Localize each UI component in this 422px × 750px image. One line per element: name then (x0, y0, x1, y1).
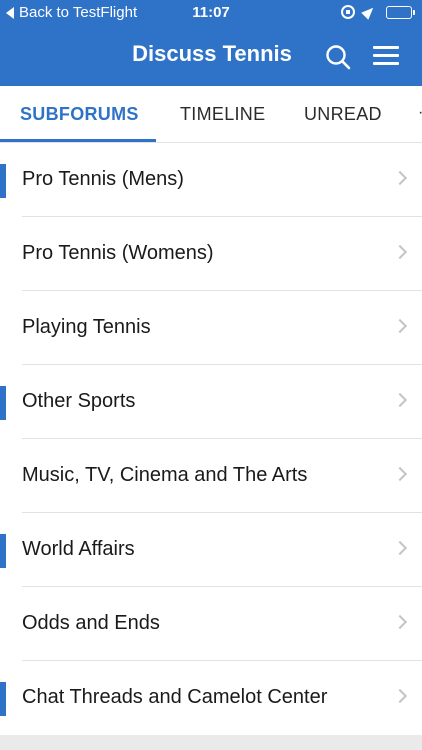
subforum-row-world-affairs[interactable]: World Affairs (0, 513, 422, 587)
app-header: Back to TestFlight 11:07 Discuss Tennis (0, 0, 422, 86)
tab-overflow-hint[interactable]: · (418, 104, 422, 124)
subforum-row-playing-tennis[interactable]: Playing Tennis (0, 291, 422, 365)
subforum-label: World Affairs (22, 538, 135, 560)
status-bar: Back to TestFlight 11:07 (0, 0, 422, 28)
chevron-right-icon (392, 244, 408, 260)
chevron-right-icon (392, 170, 408, 186)
menu-line (373, 46, 399, 49)
unread-marker (0, 164, 6, 198)
orientation-lock-icon (341, 5, 355, 19)
subforum-list: Pro Tennis (Mens) Pro Tennis (Womens) Pl… (0, 143, 422, 735)
chevron-right-icon (392, 392, 408, 408)
chevron-right-icon (392, 540, 408, 556)
subforum-row-chat-threads-camelot[interactable]: Chat Threads and Camelot Center (0, 661, 422, 735)
tab-bar: SUBFORUMS TIMELINE UNREAD · (0, 86, 422, 143)
chevron-right-icon (392, 466, 408, 482)
battery-icon (386, 5, 415, 19)
subforum-label: Playing Tennis (22, 316, 151, 338)
unread-marker (0, 682, 6, 716)
active-tab-indicator (0, 139, 156, 142)
subforum-label: Chat Threads and Camelot Center (22, 686, 328, 708)
subforum-row-pro-tennis-womens[interactable]: Pro Tennis (Womens) (0, 217, 422, 291)
subforum-row-other-sports[interactable]: Other Sports (0, 365, 422, 439)
subforum-label: Music, TV, Cinema and The Arts (22, 464, 308, 486)
subforum-row-odds-and-ends[interactable]: Odds and Ends (0, 587, 422, 661)
subforum-label: Pro Tennis (Mens) (22, 168, 184, 190)
subforum-row-music-tv-cinema-arts[interactable]: Music, TV, Cinema and The Arts (0, 439, 422, 513)
chevron-right-icon (392, 688, 408, 704)
subforum-label: Other Sports (22, 390, 136, 412)
hamburger-menu-icon[interactable] (373, 45, 399, 67)
list-footer (0, 735, 422, 750)
subforum-row-pro-tennis-mens[interactable]: Pro Tennis (Mens) (0, 143, 422, 217)
location-arrow-icon (361, 4, 377, 20)
tab-unread[interactable]: UNREAD (304, 104, 382, 125)
unread-marker (0, 386, 6, 420)
chevron-right-icon (392, 318, 408, 334)
search-icon[interactable] (325, 44, 351, 70)
menu-line (373, 54, 399, 57)
tab-subforums[interactable]: SUBFORUMS (20, 104, 139, 125)
chevron-right-icon (392, 614, 408, 630)
subforum-label: Pro Tennis (Womens) (22, 242, 214, 264)
menu-line (373, 62, 399, 65)
subforum-label: Odds and Ends (22, 612, 160, 634)
tab-timeline[interactable]: TIMELINE (180, 104, 265, 125)
unread-marker (0, 534, 6, 568)
status-icons (341, 4, 415, 20)
page-title: Discuss Tennis (132, 41, 292, 66)
